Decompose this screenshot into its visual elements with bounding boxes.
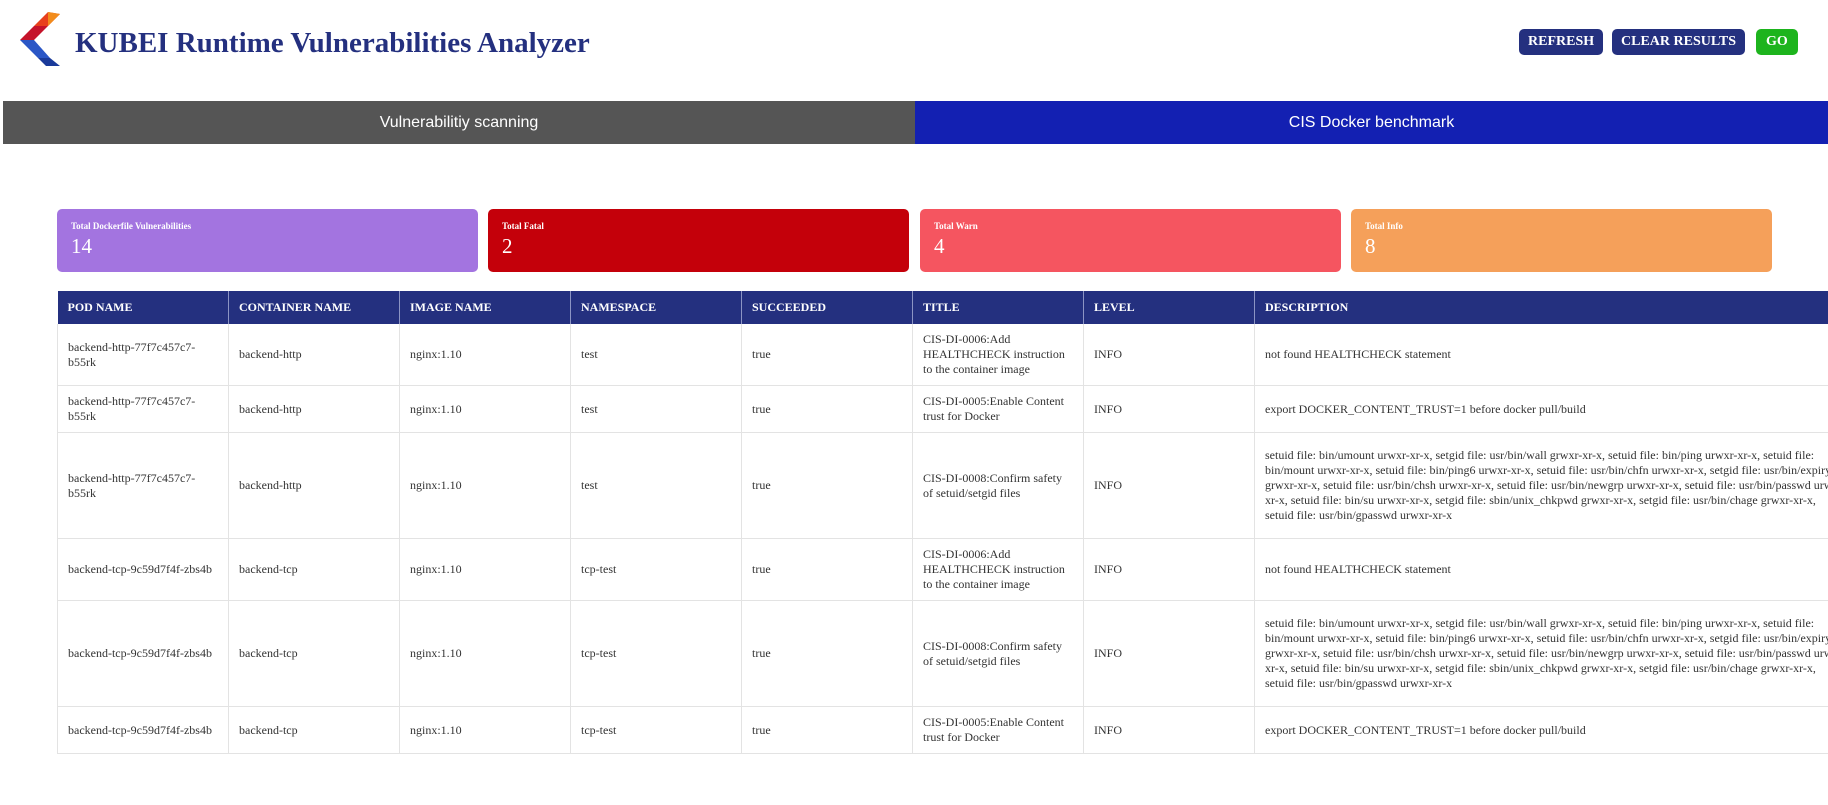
cell-image-name: nginx:1.10 — [399, 538, 571, 601]
card-value: 8 — [1365, 234, 1376, 258]
table-row[interactable]: backend-http-77f7c457c7-b55rk backend-ht… — [57, 385, 1828, 433]
table-row[interactable]: backend-tcp-9c59d7f4f-zbs4b backend-tcp … — [57, 538, 1828, 601]
cell-level: INFO — [1083, 385, 1255, 433]
cell-container-name: backend-http — [228, 385, 400, 433]
cell-description: not found HEALTHCHECK statement — [1254, 538, 1828, 601]
cell-image-name: nginx:1.10 — [399, 706, 571, 754]
table-row[interactable]: backend-http-77f7c457c7-b55rk backend-ht… — [57, 432, 1828, 539]
cell-namespace: test — [570, 385, 742, 433]
cell-succeeded: true — [741, 432, 913, 539]
cell-container-name: backend-tcp — [228, 600, 400, 707]
card-value: 4 — [934, 234, 945, 258]
results-table: POD NAME CONTAINER NAME IMAGE NAME NAMES… — [57, 291, 1828, 754]
cell-description: export DOCKER_CONTENT_TRUST=1 before doc… — [1254, 385, 1828, 433]
cell-title: CIS-DI-0005:Enable Content trust for Doc… — [912, 706, 1084, 754]
app-header: KUBEI Runtime Vulnerabilities Analyzer R… — [0, 0, 1828, 100]
cell-description: setuid file: bin/umount urwxr-xr-x, setg… — [1254, 600, 1828, 707]
cell-image-name: nginx:1.10 — [399, 432, 571, 539]
cell-pod-name: backend-http-77f7c457c7-b55rk — [57, 432, 229, 539]
summary-card-total-info: Total Info 8 — [1351, 209, 1772, 272]
cell-pod-name: backend-tcp-9c59d7f4f-zbs4b — [57, 538, 229, 601]
clear-results-button[interactable]: CLEAR RESULTS — [1612, 29, 1746, 55]
cell-description: not found HEALTHCHECK statement — [1254, 324, 1828, 386]
cell-succeeded: true — [741, 706, 913, 754]
cell-container-name: backend-tcp — [228, 538, 400, 601]
cell-container-name: backend-tcp — [228, 706, 400, 754]
cell-namespace: test — [570, 324, 742, 386]
card-label: Total Dockerfile Vulnerabilities — [71, 221, 192, 231]
cell-title: CIS-DI-0008:Confirm safety of setuid/set… — [912, 432, 1084, 539]
column-header-namespace[interactable]: NAMESPACE — [570, 291, 742, 324]
tab-vulnerability-scanning[interactable]: Vulnerabilitiy scanning — [3, 101, 915, 144]
table-row[interactable]: backend-tcp-9c59d7f4f-zbs4b backend-tcp … — [57, 706, 1828, 754]
cell-container-name: backend-http — [228, 324, 400, 386]
cell-namespace: tcp-test — [570, 706, 742, 754]
table-header-row: POD NAME CONTAINER NAME IMAGE NAME NAMES… — [57, 291, 1828, 324]
cell-pod-name: backend-http-77f7c457c7-b55rk — [57, 324, 229, 386]
tab-cis-docker-benchmark[interactable]: CIS Docker benchmark — [915, 101, 1828, 144]
cell-succeeded: true — [741, 600, 913, 707]
table-row[interactable]: backend-tcp-9c59d7f4f-zbs4b backend-tcp … — [57, 600, 1828, 707]
cell-title: CIS-DI-0008:Confirm safety of setuid/set… — [912, 600, 1084, 707]
cell-namespace: tcp-test — [570, 538, 742, 601]
column-header-pod-name[interactable]: POD NAME — [57, 291, 229, 324]
go-button[interactable]: GO — [1756, 29, 1798, 55]
cell-description: export DOCKER_CONTENT_TRUST=1 before doc… — [1254, 706, 1828, 754]
cell-level: INFO — [1083, 538, 1255, 601]
column-header-description[interactable]: DESCRIPTION — [1254, 291, 1828, 324]
cell-title: CIS-DI-0006:Add HEALTHCHECK instruction … — [912, 538, 1084, 601]
column-header-image-name[interactable]: IMAGE NAME — [399, 291, 571, 324]
summary-card-total-warn: Total Warn 4 — [920, 209, 1341, 272]
cell-level: INFO — [1083, 600, 1255, 707]
refresh-button[interactable]: REFRESH — [1519, 29, 1604, 55]
column-header-container-name[interactable]: CONTAINER NAME — [228, 291, 400, 324]
cell-level: INFO — [1083, 706, 1255, 754]
cell-namespace: tcp-test — [570, 600, 742, 707]
table-row[interactable]: backend-http-77f7c457c7-b55rk backend-ht… — [57, 324, 1828, 386]
cell-level: INFO — [1083, 324, 1255, 386]
cell-succeeded: true — [741, 385, 913, 433]
cell-pod-name: backend-tcp-9c59d7f4f-zbs4b — [57, 600, 229, 707]
column-header-title[interactable]: TITLE — [912, 291, 1084, 324]
cell-namespace: test — [570, 432, 742, 539]
kubei-logo-icon — [20, 12, 60, 66]
cell-container-name: backend-http — [228, 432, 400, 539]
card-label: Total Info — [1365, 221, 1403, 231]
cell-succeeded: true — [741, 538, 913, 601]
tab-bar: Vulnerabilitiy scanning CIS Docker bench… — [3, 101, 1828, 144]
cell-level: INFO — [1083, 432, 1255, 539]
cell-image-name: nginx:1.10 — [399, 324, 571, 386]
app-title: KUBEI Runtime Vulnerabilities Analyzer — [75, 27, 590, 59]
column-header-level[interactable]: LEVEL — [1083, 291, 1255, 324]
cell-description: setuid file: bin/umount urwxr-xr-x, setg… — [1254, 432, 1828, 539]
cell-image-name: nginx:1.10 — [399, 385, 571, 433]
summary-card-total-fatal: Total Fatal 2 — [488, 209, 909, 272]
card-label: Total Fatal — [502, 221, 544, 231]
cell-pod-name: backend-http-77f7c457c7-b55rk — [57, 385, 229, 433]
cell-title: CIS-DI-0005:Enable Content trust for Doc… — [912, 385, 1084, 433]
cell-succeeded: true — [741, 324, 913, 386]
card-label: Total Warn — [934, 221, 978, 231]
card-value: 14 — [71, 234, 92, 258]
cell-title: CIS-DI-0006:Add HEALTHCHECK instruction … — [912, 324, 1084, 386]
card-value: 2 — [502, 234, 513, 258]
column-header-succeeded[interactable]: SUCCEEDED — [741, 291, 913, 324]
cell-pod-name: backend-tcp-9c59d7f4f-zbs4b — [57, 706, 229, 754]
summary-card-total-dockerfile-vulnerabilities: Total Dockerfile Vulnerabilities 14 — [57, 209, 478, 272]
cell-image-name: nginx:1.10 — [399, 600, 571, 707]
